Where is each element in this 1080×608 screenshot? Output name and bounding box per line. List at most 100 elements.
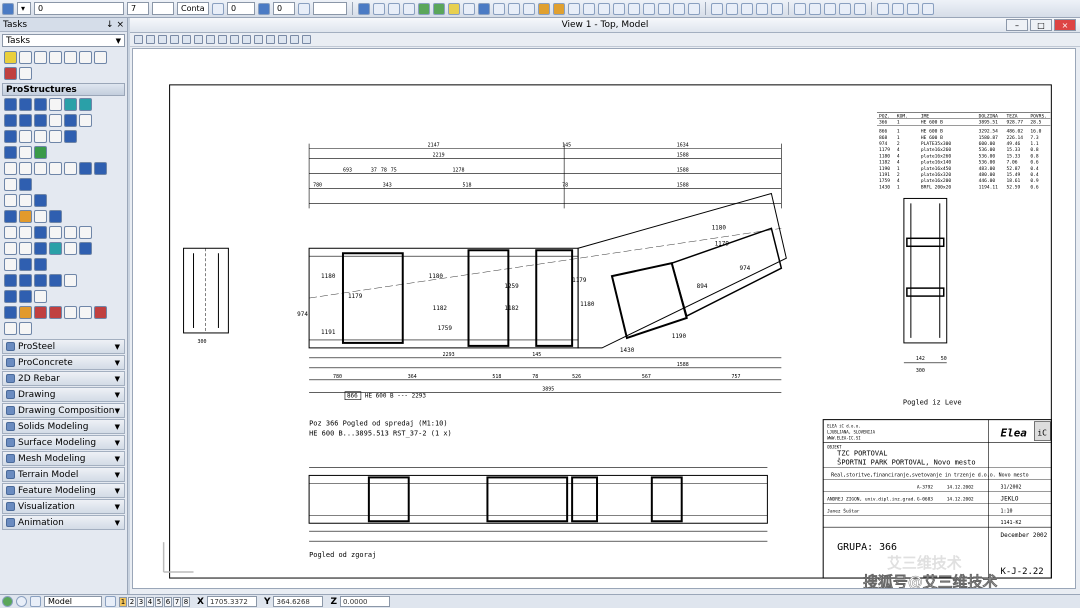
anchor-2-icon[interactable] <box>79 241 92 255</box>
snap-center-icon[interactable] <box>583 2 595 15</box>
cube-icon[interactable] <box>4 209 17 223</box>
bolt-icon[interactable] <box>64 97 77 111</box>
tee-2-icon[interactable] <box>94 161 107 175</box>
section-icon[interactable] <box>19 129 32 143</box>
task-category[interactable]: Drawing ▼ <box>2 387 125 402</box>
layer-icon[interactable] <box>34 145 47 159</box>
frame-icon[interactable] <box>19 113 32 127</box>
clip-icon[interactable] <box>64 50 77 64</box>
stair-icon[interactable] <box>34 113 47 127</box>
move-icon[interactable] <box>809 2 821 15</box>
tee-icon[interactable] <box>79 161 92 175</box>
task-category[interactable]: ProConcrete ▼ <box>2 355 125 370</box>
task-category[interactable]: Surface Modeling ▼ <box>2 435 125 450</box>
curve-icon[interactable] <box>4 257 17 271</box>
references-icon[interactable] <box>388 2 400 15</box>
task-category[interactable]: 2D Rebar ▼ <box>2 371 125 386</box>
tag-icon[interactable] <box>64 241 77 255</box>
view-button-8[interactable]: 8 <box>182 596 190 607</box>
swap-icon[interactable] <box>19 66 32 80</box>
clock-icon[interactable] <box>523 2 535 15</box>
tool-3-icon[interactable] <box>34 305 47 319</box>
tool-4-icon[interactable] <box>49 305 62 319</box>
select-arrow-icon[interactable] <box>4 50 17 64</box>
misc-1-icon[interactable] <box>877 2 889 15</box>
task-category[interactable]: Terrain Model ▼ <box>2 467 125 482</box>
panel-pin-close-icon[interactable]: ↓ × <box>106 20 124 30</box>
circle-icon[interactable] <box>4 145 17 159</box>
view-side-icon[interactable] <box>19 273 32 287</box>
shape-1-icon[interactable] <box>4 193 17 207</box>
gear-icon[interactable] <box>4 129 17 143</box>
misc-3-icon[interactable] <box>907 2 919 15</box>
copy-icon[interactable] <box>794 2 806 15</box>
open-icon[interactable] <box>358 2 370 15</box>
2d-icon[interactable] <box>34 257 47 271</box>
drawing-canvas[interactable]: 2147 145 1634 2219 1588 693 37 78 75 127… <box>132 48 1076 589</box>
scale-icon[interactable] <box>839 2 851 15</box>
list-icon[interactable] <box>49 129 62 143</box>
task-category[interactable]: Mesh Modeling ▼ <box>2 451 125 466</box>
view-3d-icon[interactable] <box>64 129 77 143</box>
rotate-view-icon[interactable] <box>218 35 227 44</box>
task-category[interactable]: Feature Modeling ▼ <box>2 483 125 498</box>
bar-3-icon[interactable] <box>79 225 92 239</box>
zoom-out-icon[interactable] <box>182 35 191 44</box>
mirror-icon[interactable] <box>854 2 866 15</box>
y-coordinate-field[interactable]: 364.6268 <box>273 596 324 607</box>
line-icon[interactable] <box>34 209 47 223</box>
scale-ratio-icon[interactable] <box>79 113 92 127</box>
clip-mask-icon[interactable] <box>278 35 287 44</box>
rotate-icon[interactable] <box>824 2 836 15</box>
fence-icon[interactable] <box>34 50 47 64</box>
target-icon[interactable] <box>19 177 32 191</box>
task-category[interactable]: Animation ▼ <box>2 515 125 530</box>
priority-combo[interactable]: 0 <box>273 2 295 15</box>
delete-icon[interactable] <box>4 66 17 80</box>
weld-icon[interactable] <box>79 97 92 111</box>
select-mode-icon[interactable] <box>30 596 41 607</box>
snap-icon[interactable] <box>463 2 475 15</box>
element-selection-icon[interactable] <box>2 2 14 15</box>
snap-tangent-icon[interactable] <box>628 2 640 15</box>
snap-perp-icon[interactable] <box>643 2 655 15</box>
select-box-icon[interactable] <box>19 50 32 64</box>
model-combo[interactable]: Model <box>44 596 102 607</box>
snap-bisector-icon[interactable] <box>673 2 685 15</box>
area-icon[interactable] <box>19 145 32 159</box>
tool-5-icon[interactable] <box>64 305 77 319</box>
anchor-icon[interactable] <box>4 177 17 191</box>
shape-2-icon[interactable] <box>19 193 32 207</box>
measure-icon[interactable] <box>508 2 520 15</box>
profile-4-icon[interactable] <box>49 161 62 175</box>
view-front-icon[interactable] <box>4 273 17 287</box>
bar-icon[interactable] <box>49 225 62 239</box>
sheet-3-icon[interactable] <box>34 289 47 303</box>
clip-volume-icon[interactable] <box>266 35 275 44</box>
workflow-5-icon[interactable] <box>771 2 783 15</box>
brick-icon[interactable] <box>34 241 47 255</box>
view-button-2[interactable]: 2 <box>128 596 136 607</box>
pattern-icon[interactable] <box>538 2 550 15</box>
weight-combo[interactable]: 7 <box>127 2 149 15</box>
workflow-2-icon[interactable] <box>726 2 738 15</box>
cut-icon[interactable] <box>49 97 62 111</box>
profile-5-icon[interactable] <box>64 161 77 175</box>
transparency-combo[interactable]: 0 <box>227 2 255 15</box>
level-combo[interactable]: 0 <box>34 2 124 15</box>
view-button-4[interactable]: 4 <box>146 596 154 607</box>
template-icon[interactable] <box>298 2 310 15</box>
workflow-1-icon[interactable] <box>711 2 723 15</box>
pan-view-icon[interactable] <box>230 35 239 44</box>
color-combo[interactable] <box>152 2 174 15</box>
misc-2-icon[interactable] <box>892 2 904 15</box>
attributes-icon[interactable] <box>212 2 224 15</box>
snap-keypoint-icon[interactable] <box>553 2 565 15</box>
workflow-3-icon[interactable] <box>741 2 753 15</box>
view-attributes-icon[interactable] <box>134 35 143 44</box>
raster-icon[interactable] <box>403 2 415 15</box>
display-style-view-icon[interactable] <box>302 35 311 44</box>
task-category[interactable]: Solids Modeling ▼ <box>2 419 125 434</box>
block-icon[interactable] <box>49 209 62 223</box>
forward-icon[interactable] <box>16 596 27 607</box>
